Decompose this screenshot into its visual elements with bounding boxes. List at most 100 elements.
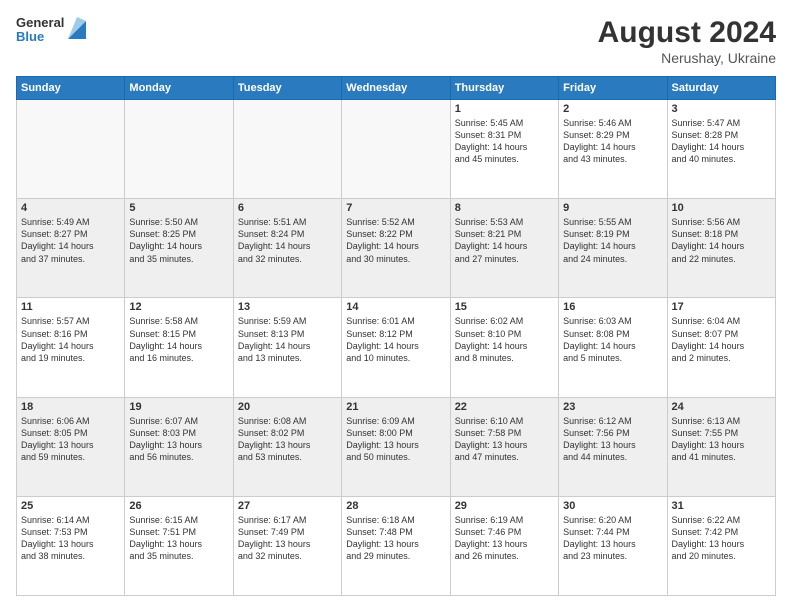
day-number: 31 (672, 500, 771, 512)
day-info: Sunrise: 5:49 AMSunset: 8:27 PMDaylight:… (21, 216, 120, 265)
page: General Blue August 2024 Nerushay, Ukrai… (0, 0, 792, 612)
logo-icon (68, 17, 86, 39)
day-number: 16 (563, 301, 662, 313)
day-cell-1: 1 Sunrise: 5:45 AMSunset: 8:31 PMDaylight… (450, 100, 558, 199)
day-info: Sunrise: 6:03 AMSunset: 8:08 PMDaylight:… (563, 315, 662, 364)
day-cell-10: 10 Sunrise: 5:56 AMSunset: 8:18 PMDayligh… (667, 199, 775, 298)
day-cell-29: 29 Sunrise: 6:19 AMSunset: 7:46 PMDayligh… (450, 496, 558, 595)
day-number: 22 (455, 401, 554, 413)
day-info: Sunrise: 5:52 AMSunset: 8:22 PMDaylight:… (346, 216, 445, 265)
day-number: 13 (238, 301, 337, 313)
location: Nerushay, Ukraine (598, 50, 776, 66)
day-cell-21: 21 Sunrise: 6:09 AMSunset: 8:00 PMDayligh… (342, 397, 450, 496)
day-number: 11 (21, 301, 120, 313)
day-cell-9: 9Sunrise: 5:55 AMSunset: 8:19 PMDaylight… (559, 199, 667, 298)
day-info: Sunrise: 5:51 AMSunset: 8:24 PMDaylight:… (238, 216, 337, 265)
day-cell-3: 3 Sunrise: 5:47 AMSunset: 8:28 PMDaylight… (667, 100, 775, 199)
day-cell-5: 5Sunrise: 5:50 AMSunset: 8:25 PMDaylight… (125, 199, 233, 298)
day-cell-6: 6Sunrise: 5:51 AMSunset: 8:24 PMDaylight… (233, 199, 341, 298)
day-cell-30: 30 Sunrise: 6:20 AMSunset: 7:44 PMDayligh… (559, 496, 667, 595)
day-number: 28 (346, 500, 445, 512)
day-info: Sunrise: 6:20 AMSunset: 7:44 PMDaylight:… (563, 514, 662, 563)
day-number: 25 (21, 500, 120, 512)
week-row-5: 25Sunrise: 6:14 AMSunset: 7:53 PMDayligh… (17, 496, 776, 595)
day-cell-24: 24 Sunrise: 6:13 AMSunset: 7:55 PMDayligh… (667, 397, 775, 496)
day-cell-27: 27Sunrise: 6:17 AMSunset: 7:49 PMDayligh… (233, 496, 341, 595)
day-number: 15 (455, 301, 554, 313)
day-number: 3 (672, 103, 771, 115)
week-row-1: 1 Sunrise: 5:45 AMSunset: 8:31 PMDaylight… (17, 100, 776, 199)
day-number: 12 (129, 301, 228, 313)
day-number: 23 (563, 401, 662, 413)
day-info: Sunrise: 5:59 AMSunset: 8:13 PMDaylight:… (238, 315, 337, 364)
day-info: Sunrise: 6:19 AMSunset: 7:46 PMDaylight:… (455, 514, 554, 563)
empty-cell (17, 100, 125, 199)
day-cell-20: 20Sunrise: 6:08 AMSunset: 8:02 PMDayligh… (233, 397, 341, 496)
weekday-header-friday: Friday (559, 77, 667, 100)
day-info: Sunrise: 5:47 AMSunset: 8:28 PMDaylight:… (672, 117, 771, 166)
day-info: Sunrise: 6:01 AMSunset: 8:12 PMDaylight:… (346, 315, 445, 364)
day-number: 8 (455, 202, 554, 214)
weekday-header-tuesday: Tuesday (233, 77, 341, 100)
day-number: 10 (672, 202, 771, 214)
month-year: August 2024 (598, 16, 776, 50)
day-number: 24 (672, 401, 771, 413)
day-cell-19: 19 Sunrise: 6:07 AMSunset: 8:03 PMDayligh… (125, 397, 233, 496)
day-number: 2 (563, 103, 662, 115)
week-row-2: 4 Sunrise: 5:49 AMSunset: 8:27 PMDaylight… (17, 199, 776, 298)
day-number: 14 (346, 301, 445, 313)
day-cell-16: 16 Sunrise: 6:03 AMSunset: 8:08 PMDayligh… (559, 298, 667, 397)
day-number: 1 (455, 103, 554, 115)
day-info: Sunrise: 6:06 AMSunset: 8:05 PMDaylight:… (21, 415, 120, 464)
day-info: Sunrise: 6:17 AMSunset: 7:49 PMDaylight:… (238, 514, 337, 563)
day-info: Sunrise: 5:53 AMSunset: 8:21 PMDaylight:… (455, 216, 554, 265)
empty-cell (125, 100, 233, 199)
day-cell-11: 11Sunrise: 5:57 AMSunset: 8:16 PMDayligh… (17, 298, 125, 397)
day-number: 30 (563, 500, 662, 512)
day-number: 4 (21, 202, 120, 214)
week-row-4: 18 Sunrise: 6:06 AMSunset: 8:05 PMDayligh… (17, 397, 776, 496)
week-row-3: 11Sunrise: 5:57 AMSunset: 8:16 PMDayligh… (17, 298, 776, 397)
header: General Blue August 2024 Nerushay, Ukrai… (16, 16, 776, 66)
calendar-table: SundayMondayTuesdayWednesdayThursdayFrid… (16, 76, 776, 596)
day-info: Sunrise: 5:56 AMSunset: 8:18 PMDaylight:… (672, 216, 771, 265)
day-number: 21 (346, 401, 445, 413)
day-cell-8: 8 Sunrise: 5:53 AMSunset: 8:21 PMDaylight… (450, 199, 558, 298)
day-number: 19 (129, 401, 228, 413)
day-info: Sunrise: 6:07 AMSunset: 8:03 PMDaylight:… (129, 415, 228, 464)
day-info: Sunrise: 6:09 AMSunset: 8:00 PMDaylight:… (346, 415, 445, 464)
day-info: Sunrise: 5:45 AMSunset: 8:31 PMDaylight:… (455, 117, 554, 166)
day-cell-17: 17Sunrise: 6:04 AMSunset: 8:07 PMDayligh… (667, 298, 775, 397)
day-cell-12: 12 Sunrise: 5:58 AMSunset: 8:15 PMDayligh… (125, 298, 233, 397)
day-info: Sunrise: 6:22 AMSunset: 7:42 PMDaylight:… (672, 514, 771, 563)
weekday-header-sunday: Sunday (17, 77, 125, 100)
weekday-header-thursday: Thursday (450, 77, 558, 100)
day-cell-15: 15 Sunrise: 6:02 AMSunset: 8:10 PMDayligh… (450, 298, 558, 397)
day-info: Sunrise: 6:18 AMSunset: 7:48 PMDaylight:… (346, 514, 445, 563)
day-number: 29 (455, 500, 554, 512)
day-cell-22: 22Sunrise: 6:10 AMSunset: 7:58 PMDayligh… (450, 397, 558, 496)
day-info: Sunrise: 6:13 AMSunset: 7:55 PMDaylight:… (672, 415, 771, 464)
day-cell-2: 2 Sunrise: 5:46 AMSunset: 8:29 PMDaylight… (559, 100, 667, 199)
day-info: Sunrise: 5:58 AMSunset: 8:15 PMDaylight:… (129, 315, 228, 364)
day-cell-25: 25Sunrise: 6:14 AMSunset: 7:53 PMDayligh… (17, 496, 125, 595)
day-number: 26 (129, 500, 228, 512)
empty-cell (233, 100, 341, 199)
day-cell-23: 23 Sunrise: 6:12 AMSunset: 7:56 PMDayligh… (559, 397, 667, 496)
day-number: 18 (21, 401, 120, 413)
day-cell-7: 7 Sunrise: 5:52 AMSunset: 8:22 PMDaylight… (342, 199, 450, 298)
logo: General Blue (16, 16, 86, 45)
day-number: 9 (563, 202, 662, 214)
empty-cell (342, 100, 450, 199)
day-info: Sunrise: 6:02 AMSunset: 8:10 PMDaylight:… (455, 315, 554, 364)
day-cell-31: 31 Sunrise: 6:22 AMSunset: 7:42 PMDayligh… (667, 496, 775, 595)
day-cell-26: 26Sunrise: 6:15 AMSunset: 7:51 PMDayligh… (125, 496, 233, 595)
weekday-header-wednesday: Wednesday (342, 77, 450, 100)
day-number: 5 (129, 202, 228, 214)
day-number: 7 (346, 202, 445, 214)
day-cell-4: 4 Sunrise: 5:49 AMSunset: 8:27 PMDaylight… (17, 199, 125, 298)
day-info: Sunrise: 5:46 AMSunset: 8:29 PMDaylight:… (563, 117, 662, 166)
day-cell-18: 18 Sunrise: 6:06 AMSunset: 8:05 PMDayligh… (17, 397, 125, 496)
day-cell-28: 28 Sunrise: 6:18 AMSunset: 7:48 PMDayligh… (342, 496, 450, 595)
day-info: Sunrise: 6:12 AMSunset: 7:56 PMDaylight:… (563, 415, 662, 464)
